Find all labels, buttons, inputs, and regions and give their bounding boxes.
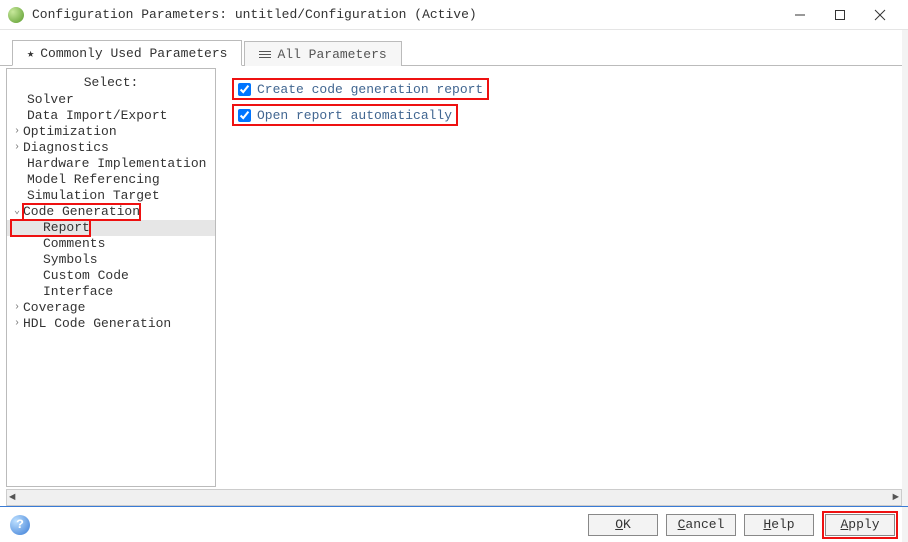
tab-bar: ★ Commonly Used Parameters All Parameter… [0,36,908,66]
tree-item-label: Report [11,220,90,236]
tree-item-simulation-target[interactable]: Simulation Target [7,188,215,204]
open-report-checkbox[interactable] [238,109,251,122]
apply-button[interactable]: Apply [825,514,895,536]
app-icon [8,7,24,23]
window-title: Configuration Parameters: untitled/Confi… [32,7,780,22]
chevron-right-icon[interactable]: › [11,300,23,316]
tree-item-label: Diagnostics [23,140,109,156]
cancel-button[interactable]: Cancel [666,514,736,536]
horizontal-scrollbar[interactable]: ◄ ► [6,489,902,506]
tree-item-symbols[interactable]: Symbols [7,252,215,268]
minimize-button[interactable] [780,1,820,29]
tree-item-coverage[interactable]: ›Coverage [7,300,215,316]
tab-label: All Parameters [277,47,386,62]
tree-item-solver[interactable]: Solver [7,92,215,108]
ok-button[interactable]: OK [588,514,658,536]
scroll-right-icon[interactable]: ► [892,492,899,504]
tree-item-label: Optimization [23,124,117,140]
options-pane: Create code generation report Open repor… [216,68,902,487]
tree-item-custom-code[interactable]: Custom Code [7,268,215,284]
create-report-label[interactable]: Create code generation report [257,82,483,97]
tree-item-label: HDL Code Generation [23,316,171,332]
option-create-report: Create code generation report [232,78,489,100]
tree-item-label: Model Referencing [11,172,160,188]
tree-item-label: Data Import/Export [11,108,167,124]
title-bar: Configuration Parameters: untitled/Confi… [0,0,908,30]
close-button[interactable] [860,1,900,29]
tree-item-label: Hardware Implementation [11,156,206,172]
tree-item-data-import-export[interactable]: Data Import/Export [7,108,215,124]
tab-commonly-used[interactable]: ★ Commonly Used Parameters [12,40,242,66]
help-button[interactable]: Help [744,514,814,536]
tree-item-hdl-code-generation[interactable]: ›HDL Code Generation [7,316,215,332]
tree-item-label: Interface [11,284,113,300]
chevron-right-icon[interactable]: › [11,140,23,156]
tree-item-report[interactable]: Report [7,220,215,236]
chevron-right-icon[interactable]: › [11,124,23,140]
list-icon [259,49,271,60]
tree-item-label: Symbols [11,252,98,268]
chevron-down-icon[interactable]: ⌄ [11,204,23,220]
tree-item-model-referencing[interactable]: Model Referencing [7,172,215,188]
tree-item-label: Comments [11,236,105,252]
maximize-button[interactable] [820,1,860,29]
tree-item-label: Coverage [23,300,85,316]
create-report-checkbox[interactable] [238,83,251,96]
tree-item-comments[interactable]: Comments [7,236,215,252]
tree-item-interface[interactable]: Interface [7,284,215,300]
help-icon[interactable]: ? [10,515,30,535]
category-tree: Select: SolverData Import/Export›Optimiz… [6,68,216,487]
apply-highlight: Apply [822,511,898,539]
tree-item-hardware-implementation[interactable]: Hardware Implementation [7,156,215,172]
open-report-label[interactable]: Open report automatically [257,108,452,123]
dialog-footer: ? OK Cancel Help Apply [0,506,908,542]
tree-item-optimization[interactable]: ›Optimization [7,124,215,140]
tree-item-label: Custom Code [11,268,129,284]
tree-item-label: Code Generation [23,204,140,220]
vertical-scrollbar[interactable] [902,30,908,542]
tree-item-code-generation[interactable]: ⌄Code Generation [7,204,215,220]
star-icon: ★ [27,46,34,61]
tree-item-label: Solver [11,92,74,108]
tree-item-label: Simulation Target [11,188,160,204]
tree-header: Select: [7,75,215,92]
option-open-report: Open report automatically [232,104,458,126]
chevron-right-icon[interactable]: › [11,316,23,332]
tab-label: Commonly Used Parameters [40,46,227,61]
tree-item-diagnostics[interactable]: ›Diagnostics [7,140,215,156]
tab-all-parameters[interactable]: All Parameters [244,41,401,66]
scroll-left-icon[interactable]: ◄ [9,492,16,504]
